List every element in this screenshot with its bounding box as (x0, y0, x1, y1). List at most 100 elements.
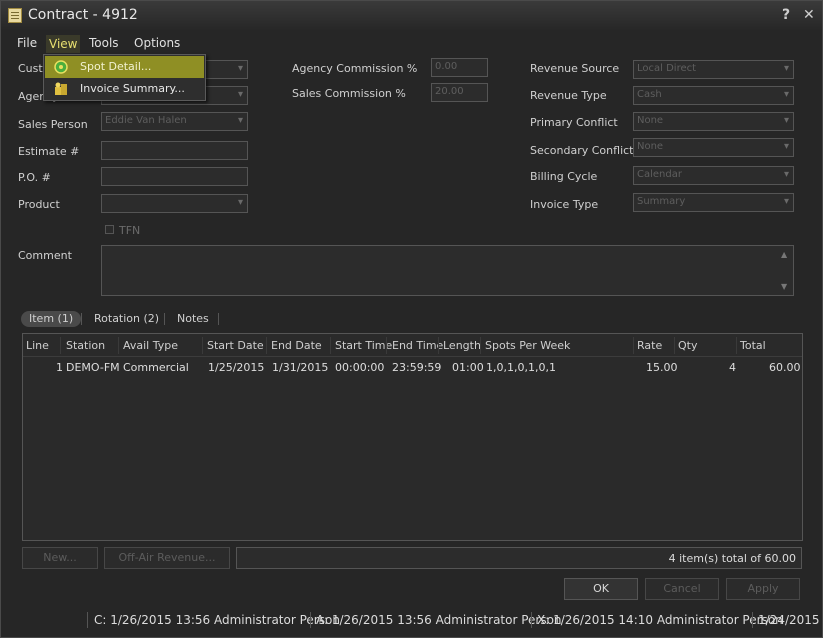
cell-station: DEMO-FM (66, 361, 120, 374)
invoice-type-label: Invoice Type (530, 198, 599, 211)
scroll-down-icon[interactable]: ▼ (781, 282, 787, 291)
col-end-time[interactable]: End Time (392, 339, 443, 352)
column-divider (674, 337, 675, 354)
spot-detail-icon (54, 60, 68, 74)
estimate-input[interactable] (101, 141, 248, 160)
cell-end-time: 23:59:59 (392, 361, 442, 374)
col-start-date[interactable]: Start Date (207, 339, 264, 352)
invoice-summary-label: Invoice Summary... (80, 82, 185, 95)
cell-rate: 15.00 (646, 361, 678, 374)
billing-cycle-combo[interactable]: Calendar (633, 166, 794, 185)
revenue-type-combo[interactable]: Cash (633, 86, 794, 105)
col-rate[interactable]: Rate (637, 339, 662, 352)
items-summary: 4 item(s) total of 60.00 (236, 547, 802, 569)
col-station[interactable]: Station (66, 339, 105, 352)
menu-view[interactable]: View (46, 35, 81, 53)
menu-bar: File View Tools Options (1, 34, 822, 54)
po-input[interactable] (101, 167, 248, 186)
sales-person-combo[interactable]: Eddie Van Halen (101, 112, 248, 131)
ok-button[interactable]: OK (564, 578, 638, 600)
column-divider (438, 337, 439, 354)
col-length[interactable]: Length (443, 339, 481, 352)
column-divider (60, 337, 61, 354)
contract-window: Contract - 4912 ? ✕ File View Tools Opti… (0, 0, 823, 638)
cell-end-date: 1/31/2015 (272, 361, 329, 374)
menu-file[interactable]: File (17, 36, 37, 50)
cell-spots-per-week: 1,0,1,0,1,0,1 (486, 361, 556, 374)
col-line[interactable]: Line (26, 339, 49, 352)
col-total[interactable]: Total (740, 339, 766, 352)
status-approved: A: 1/26/2015 13:56 Administrator Person (316, 613, 562, 627)
revenue-source-label: Revenue Source (530, 62, 620, 75)
cell-start-date: 1/25/2015 (208, 361, 265, 374)
menu-tools[interactable]: Tools (89, 36, 119, 50)
title-bar: Contract - 4912 ? ✕ (1, 1, 822, 31)
status-divider (310, 612, 311, 628)
comment-label: Comment (18, 249, 72, 262)
col-end-date[interactable]: End Date (271, 339, 322, 352)
sales-commission-input[interactable]: 20.00 (431, 83, 488, 102)
sales-person-label: Sales Person (18, 118, 88, 131)
off-air-revenue-button[interactable]: Off-Air Revenue... (104, 547, 230, 569)
items-grid: Line Station Avail Type Start Date End D… (22, 333, 803, 541)
product-combo[interactable] (101, 194, 248, 213)
status-divider (531, 612, 532, 628)
cell-start-time: 00:00:00 (335, 361, 385, 374)
tab-rotation[interactable]: Rotation (2) (94, 311, 159, 327)
contract-note-icon (8, 8, 22, 23)
apply-button[interactable]: Apply (726, 578, 800, 600)
column-divider (386, 337, 387, 354)
menu-options[interactable]: Options (134, 36, 180, 50)
comment-textarea[interactable]: ▲ ▼ (101, 245, 794, 296)
cell-avail-type: Commercial (123, 361, 189, 374)
view-menu-dropdown: Spot Detail... Invoice Summary... (43, 54, 206, 101)
cancel-button[interactable]: Cancel (645, 578, 719, 600)
secondary-conflict-combo[interactable]: None (633, 138, 794, 157)
product-label: Product (18, 198, 60, 211)
column-divider (480, 337, 481, 354)
tfn-label: TFN (119, 224, 141, 237)
status-exported: X: 1/26/2015 14:10 Administrator Person (537, 613, 783, 627)
cell-total: 60.00 (769, 361, 801, 374)
tab-item[interactable]: Item (1) (21, 311, 82, 327)
tab-divider (81, 313, 82, 325)
status-created: C: 1/26/2015 13:56 Administrator Person (94, 613, 340, 627)
scroll-up-icon[interactable]: ▲ (781, 250, 787, 259)
revenue-type-label: Revenue Type (530, 89, 607, 102)
col-qty[interactable]: Qty (678, 339, 697, 352)
column-divider (118, 337, 119, 354)
col-spots-per-week[interactable]: Spots Per Week (485, 339, 570, 352)
sales-commission-label: Sales Commission % (292, 87, 406, 100)
column-divider (736, 337, 737, 354)
col-avail-type[interactable]: Avail Type (123, 339, 178, 352)
grid-header: Line Station Avail Type Start Date End D… (23, 334, 802, 357)
cell-qty: 4 (729, 361, 736, 374)
help-button[interactable]: ? (782, 7, 790, 23)
column-divider (633, 337, 634, 354)
summary-text: 4 item(s) total of 60.00 (668, 552, 796, 565)
tab-divider (218, 313, 219, 325)
primary-conflict-combo[interactable]: None (633, 112, 794, 131)
cell-length: 01:00 (452, 361, 484, 374)
close-button[interactable]: ✕ (803, 7, 815, 23)
spot-detail-label: Spot Detail... (80, 60, 152, 73)
cell-line: 1 (56, 361, 63, 374)
secondary-conflict-label: Secondary Conflict (530, 144, 634, 157)
status-divider (87, 612, 88, 628)
invoice-type-combo[interactable]: Summary (633, 193, 794, 212)
column-divider (202, 337, 203, 354)
status-divider (752, 612, 753, 628)
billing-cycle-label: Billing Cycle (530, 170, 598, 183)
new-button[interactable]: New... (22, 547, 98, 569)
revenue-source-combo[interactable]: Local Direct (633, 60, 794, 79)
column-divider (330, 337, 331, 354)
col-start-time[interactable]: Start Time (335, 339, 392, 352)
tfn-checkbox[interactable] (105, 225, 114, 234)
agency-commission-input[interactable]: 0.00 (431, 58, 488, 77)
comment-scrollbar[interactable]: ▲ ▼ (778, 247, 792, 294)
tab-divider (164, 313, 165, 325)
menu-item-invoice-summary[interactable]: Invoice Summary... (45, 78, 204, 100)
tab-notes[interactable]: Notes (177, 311, 209, 327)
menu-item-spot-detail[interactable]: Spot Detail... (45, 56, 204, 78)
estimate-label: Estimate # (18, 145, 80, 158)
